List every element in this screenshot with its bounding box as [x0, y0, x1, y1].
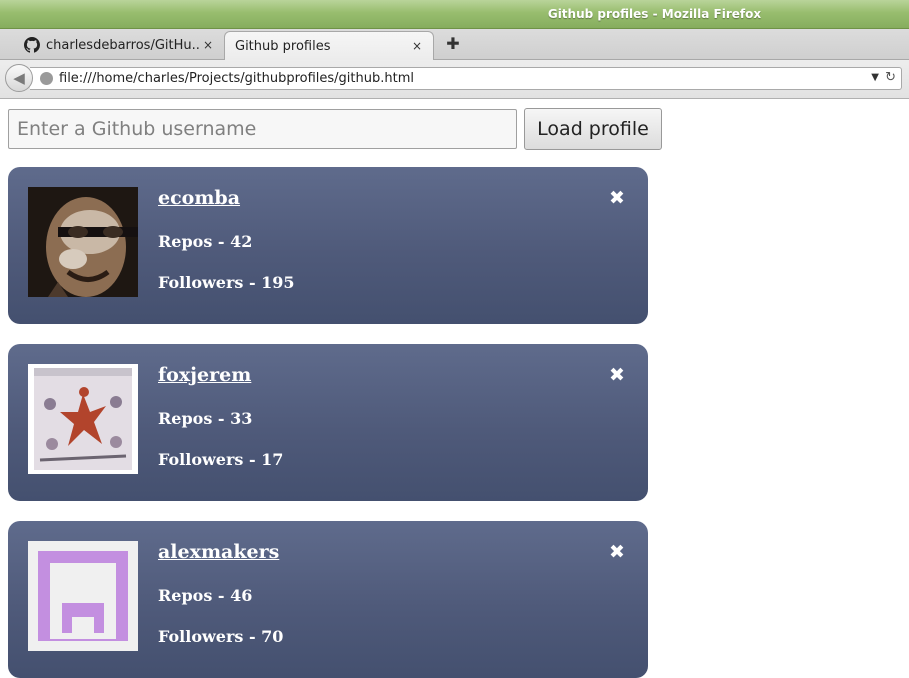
site-identity-icon[interactable]: [40, 72, 53, 85]
repos-count: Repos - 42: [158, 232, 253, 251]
tab-label: Github profiles: [235, 38, 331, 54]
github-icon: [24, 37, 40, 53]
tab-strip: charlesdebarros/GitHu... × Github profil…: [0, 29, 909, 60]
back-arrow-icon: ◀: [13, 69, 25, 87]
profile-card: foxjerem Repos - 33 Followers - 17 ✖: [8, 344, 648, 501]
url-bar[interactable]: file:///home/charles/Projects/githubprof…: [30, 67, 902, 90]
followers-count: Followers - 195: [158, 273, 295, 292]
profile-username-link[interactable]: ecomba: [158, 187, 240, 209]
avatar: [28, 364, 138, 474]
new-tab-icon[interactable]: ✚: [444, 35, 462, 53]
window-titlebar: Github profiles - Mozilla Firefox: [0, 0, 909, 29]
navigation-bar: file:///home/charles/Projects/githubprof…: [0, 60, 909, 99]
followers-count: Followers - 17: [158, 450, 284, 469]
back-button[interactable]: ◀: [5, 64, 33, 92]
repos-count: Repos - 33: [158, 409, 253, 428]
load-profile-button[interactable]: Load profile: [524, 108, 662, 150]
window-title: Github profiles - Mozilla Firefox: [547, 7, 762, 21]
tab-close-icon[interactable]: ×: [409, 39, 425, 53]
avatar: [28, 187, 138, 297]
close-icon[interactable]: ✖: [609, 542, 625, 562]
tab-github-profiles[interactable]: Github profiles ×: [224, 31, 434, 60]
profile-username-link[interactable]: alexmakers: [158, 541, 279, 563]
url-text[interactable]: file:///home/charles/Projects/githubprof…: [59, 71, 414, 86]
repos-count: Repos - 46: [158, 586, 253, 605]
tab-close-icon[interactable]: ×: [200, 38, 216, 52]
profile-card: ecomba Repos - 42 Followers - 195 ✖: [8, 167, 648, 324]
close-icon[interactable]: ✖: [609, 188, 625, 208]
followers-count: Followers - 70: [158, 627, 284, 646]
chevron-down-icon[interactable]: ▼: [871, 72, 879, 83]
profile-username-link[interactable]: foxjerem: [158, 364, 251, 386]
tab-label: charlesdebarros/GitHu...: [46, 37, 200, 53]
username-input[interactable]: [8, 109, 517, 149]
tab-github-repo[interactable]: charlesdebarros/GitHu... ×: [14, 31, 224, 59]
page-content: Load profile ecomba Repos - 42 Followers…: [0, 99, 909, 678]
profile-card: alexmakers Repos - 46 Followers - 70 ✖: [8, 521, 648, 678]
avatar: [28, 541, 138, 651]
close-icon[interactable]: ✖: [609, 365, 625, 385]
reload-icon[interactable]: ↻: [885, 70, 896, 85]
